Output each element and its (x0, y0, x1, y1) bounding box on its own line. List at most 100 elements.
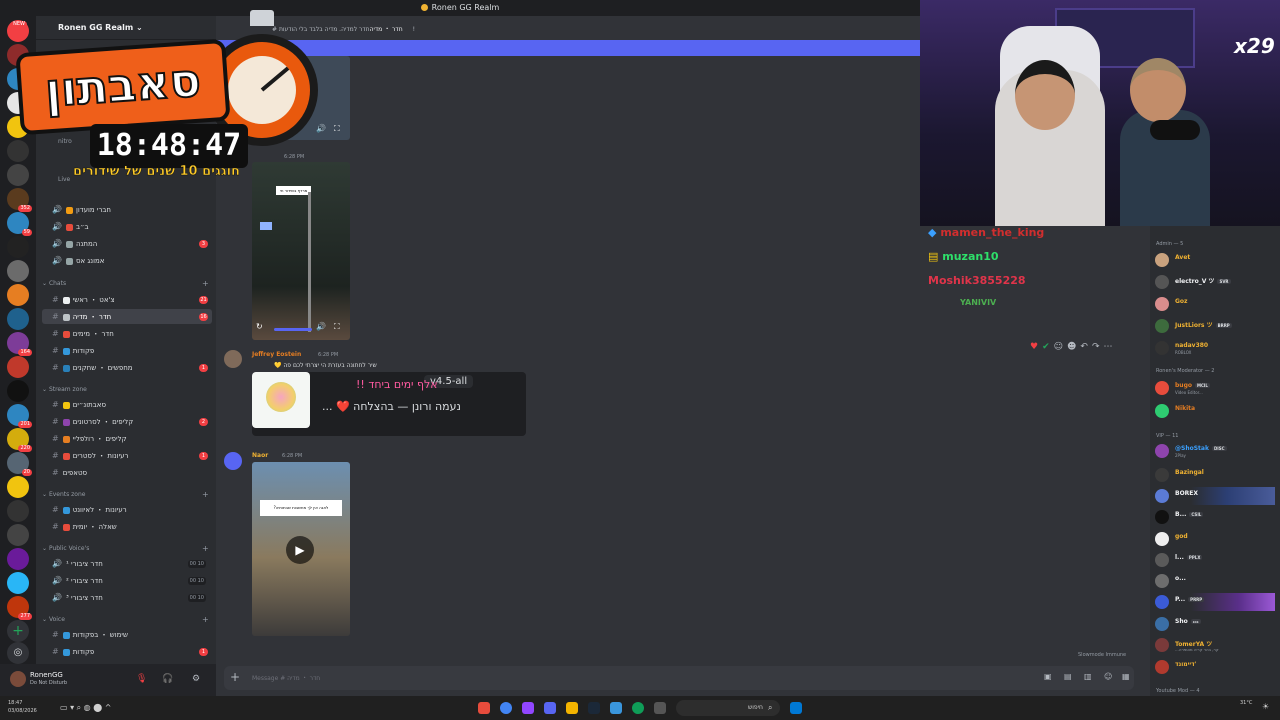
more-options-icon[interactable]: ⋯ (1104, 342, 1117, 352)
category-events-zone[interactable]: ⌄ Events zone + (42, 491, 212, 499)
voice-channel[interactable]: 🔊 חדר ציבורי ³ 00 10 (42, 590, 212, 605)
avatar[interactable] (10, 671, 26, 687)
server-icon[interactable] (7, 500, 29, 522)
fullscreen-icon[interactable]: ⛶ (334, 322, 340, 332)
text-channel[interactable]: # קליפים ・ רולפליי (42, 431, 212, 446)
windows-start-icon[interactable] (790, 702, 802, 714)
text-channel[interactable]: # חדר ・ מימים (42, 326, 212, 341)
reply-icon[interactable]: ↶ (1080, 342, 1092, 352)
link-embed[interactable]: v4.5-all אלף ימים ביחד !! נעמה ורונן — ב… (252, 372, 526, 436)
discord-icon[interactable] (544, 702, 556, 714)
member-item[interactable]: דיימונד' (1155, 658, 1275, 676)
member-item[interactable]: Sho נכנ (1155, 615, 1275, 633)
text-channel[interactable]: # רעיונות ・ לסטרים 1 (42, 448, 212, 463)
text-channel[interactable]: # קליפים ・ לסרטונים 2 (42, 414, 212, 429)
folder-icon[interactable] (566, 702, 578, 714)
edge-icon[interactable] (632, 702, 644, 714)
voice-channel[interactable]: 🔊 ב״ב (42, 219, 212, 234)
text-channel[interactable]: # סאבתונ״ים (42, 397, 212, 412)
member-item[interactable]: o... (1155, 572, 1275, 590)
member-item[interactable]: electro_V ツ SVR (1155, 273, 1275, 291)
member-item[interactable]: JustLiors ツ BRRP (1155, 317, 1275, 335)
server-icon[interactable] (7, 380, 29, 402)
reaction-check-icon[interactable]: ✔ (1042, 342, 1054, 352)
text-channel[interactable]: # פקודות (42, 343, 212, 358)
voice-channel[interactable]: 🔊 אמונג אס (42, 253, 212, 268)
text-channel[interactable]: # מחפשים ・ שחקנים 1 (42, 360, 212, 375)
server-icon[interactable]: 164 (7, 332, 32, 356)
gift-icon[interactable]: ▣ (1044, 672, 1052, 681)
volume-slider[interactable] (274, 328, 312, 331)
server-icon[interactable] (7, 356, 29, 378)
server-icon[interactable] (7, 236, 29, 258)
fullscreen-icon[interactable]: ⛶ (334, 124, 340, 134)
member-item[interactable]: bugo MCIL Video Editor... (1155, 379, 1275, 397)
text-channel[interactable]: # שאלה ・ יומית (42, 519, 212, 534)
add-channel-icon[interactable]: + (202, 280, 209, 288)
server-icon[interactable] (7, 284, 29, 306)
server-icon[interactable]: 201 (7, 404, 32, 428)
member-item[interactable]: TomerYA ツ ...קר, בהר קריה מוטפרה (1155, 636, 1275, 654)
text-channel[interactable]: # רעיונות ・ לאיוונט (42, 502, 212, 517)
play-icon[interactable]: ▶ (286, 536, 314, 564)
text-channel[interactable]: # שימוש ・ בפקודות (42, 627, 212, 642)
server-icon[interactable] (7, 572, 29, 594)
sticker-icon[interactable]: ▥ (1084, 672, 1092, 681)
discord-avatar-icon[interactable] (224, 452, 242, 470)
server-icon[interactable]: 220 (7, 428, 32, 452)
category-voice[interactable]: ⌄ Voice + (42, 616, 212, 624)
replay-icon[interactable]: ↻ (256, 322, 263, 331)
category-public-voices[interactable]: ⌄ Public Voice's + (42, 545, 212, 553)
add-channel-icon[interactable]: + (202, 616, 209, 624)
member-item[interactable]: @ShoStak DISC 2Play (1155, 442, 1275, 460)
app-icon[interactable] (610, 702, 622, 714)
message-actions[interactable]: ♥✔☺☻↶↷⋯ (1030, 342, 1117, 352)
message-author[interactable]: Jeffrey Eostein (252, 351, 301, 358)
server-icon[interactable] (7, 548, 29, 570)
member-item[interactable]: nadav380 ROBLOX (1155, 339, 1275, 357)
emoji-icon[interactable]: ☺ (1104, 672, 1112, 681)
member-item[interactable]: Bazingal (1155, 466, 1275, 484)
server-icon[interactable] (7, 476, 29, 498)
reaction-heart-icon[interactable]: ♥ (1030, 342, 1042, 352)
voice-channel[interactable]: 🔊 המתנה 3 (42, 236, 212, 251)
member-item[interactable]: Avet (1155, 251, 1275, 269)
settings-gear-icon[interactable]: ⚙ (192, 674, 200, 684)
video-attachment[interactable]: לאנה אין לך מחשבות שבתותיה? ▶ (252, 462, 350, 636)
member-item[interactable]: P... PRRP (1155, 593, 1275, 611)
member-item[interactable]: Nikita (1155, 402, 1275, 420)
gif-icon[interactable]: ▤ (1064, 672, 1072, 681)
twitch-icon[interactable] (522, 702, 534, 714)
category-stream-zone[interactable]: ⌄ Stream zone (42, 386, 212, 393)
text-channel-selected[interactable]: # חדר ・ מדיה 16 (42, 309, 212, 324)
server-icon[interactable] (7, 524, 29, 546)
text-channel[interactable]: # סטאפים (42, 465, 212, 480)
member-item[interactable]: B... CSIL (1155, 508, 1275, 526)
server-icon[interactable]: 59 (7, 212, 32, 236)
app-icon[interactable] (654, 702, 666, 714)
voice-channel[interactable]: 🔊 חדר ציבורי ² 00 10 (42, 573, 212, 588)
category-chats[interactable]: ⌄ Chats + (42, 280, 212, 288)
mute-mic-icon[interactable]: 🎙 (136, 674, 147, 684)
chrome-icon[interactable] (500, 702, 512, 714)
reaction-emoji-icon[interactable]: ☺ (1054, 342, 1067, 352)
tray-icons[interactable]: ▭ ▾ ⌕ ◍ ⬤ ^ (60, 703, 111, 713)
taskbar-search[interactable]: חיפוש ⌕ (676, 700, 780, 716)
add-channel-icon[interactable]: + (202, 491, 209, 499)
member-item[interactable]: BOREX (1155, 487, 1275, 505)
member-item[interactable]: god (1155, 530, 1275, 548)
voice-channel[interactable]: 🔊 חדר ציבורי ¹ 00 10 (42, 556, 212, 571)
forward-icon[interactable]: ↷ (1092, 342, 1104, 352)
server-icon[interactable]: 277 (7, 596, 32, 620)
add-channel-icon[interactable]: + (202, 545, 209, 553)
deafen-headphones-icon[interactable]: 🎧 (162, 674, 173, 684)
message-author[interactable]: Naor (252, 452, 268, 459)
avatar[interactable] (224, 350, 242, 368)
message-input[interactable] (224, 666, 1134, 690)
volume-icon[interactable]: 🔊 (316, 322, 326, 331)
steam-icon[interactable] (588, 702, 600, 714)
text-channel[interactable]: # פקודות 1 (42, 644, 212, 659)
text-channel[interactable]: # צ'אט ・ ראשי 21 (42, 292, 212, 307)
apps-icon[interactable]: ▦ (1122, 672, 1130, 681)
discover-icon[interactable]: ◎ (7, 642, 29, 664)
